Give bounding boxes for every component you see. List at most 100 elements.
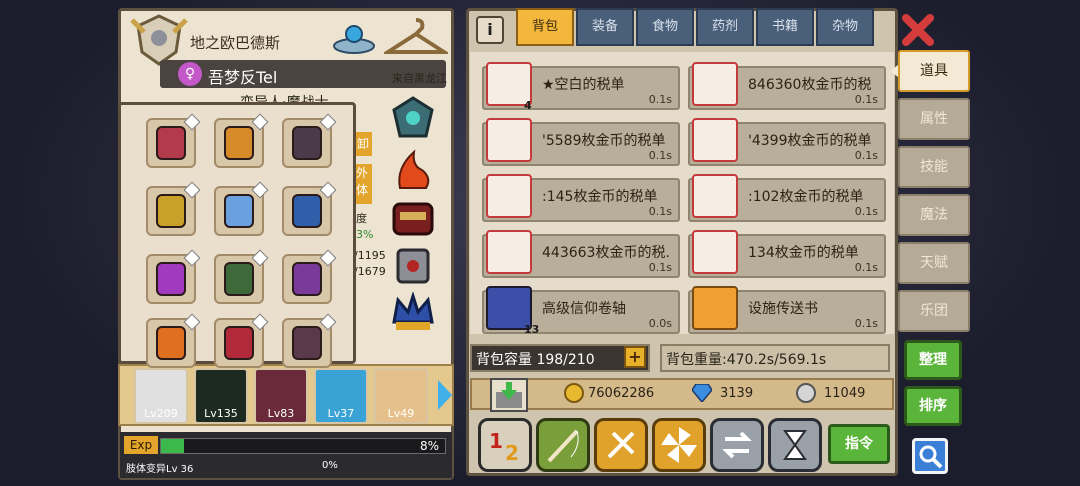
sort-order-12-button[interactable]: 12 bbox=[478, 418, 532, 472]
item-weight: 0.1s bbox=[854, 261, 878, 274]
item-qty: 4 bbox=[524, 99, 532, 112]
equipment-slot[interactable] bbox=[146, 313, 201, 368]
list-item[interactable]: 高级信仰卷轴 0.0s 13 bbox=[482, 286, 680, 336]
item-weight: 0.1s bbox=[854, 149, 878, 162]
fishing-rod-button[interactable] bbox=[536, 418, 590, 472]
side-tab-2[interactable]: 技能 bbox=[898, 146, 970, 188]
item-weight: 0.0s bbox=[648, 317, 672, 330]
equipment-slot[interactable] bbox=[146, 181, 201, 236]
side-tab-0[interactable]: 道具 bbox=[898, 50, 970, 92]
hero-level: Lv83 bbox=[267, 407, 295, 420]
stat-fragment-1: 度 bbox=[356, 212, 367, 225]
amulet-gem-icon[interactable] bbox=[392, 96, 434, 140]
tag-unload[interactable]: 卸 bbox=[354, 132, 372, 156]
command-button[interactable]: 指令 bbox=[828, 424, 890, 464]
swap-button[interactable] bbox=[710, 418, 764, 472]
item-name: 高级信仰卷轴 bbox=[542, 301, 626, 317]
wardrobe-hanger-icon[interactable] bbox=[381, 16, 451, 58]
organize-button[interactable]: 整理 bbox=[904, 340, 962, 380]
tab-bag-0[interactable]: 背包 bbox=[516, 8, 574, 46]
hero-level: Lv49 bbox=[387, 407, 415, 420]
weight-text: 背包重量:470.2s/569.1s bbox=[666, 352, 827, 368]
player-name: 吾梦反Tel bbox=[208, 68, 278, 87]
tax-receipt-icon bbox=[692, 118, 738, 162]
list-item[interactable]: 134枚金币的税单 0.1s bbox=[688, 230, 886, 278]
equipment-slot[interactable] bbox=[282, 249, 337, 304]
tab-bag-5[interactable]: 杂物 bbox=[816, 8, 874, 46]
diamond-icon bbox=[691, 383, 713, 404]
tab-bag-3[interactable]: 药剂 bbox=[696, 8, 754, 46]
list-item[interactable]: ★空白的税单 0.1s 4 bbox=[482, 62, 680, 112]
sub-exp-label: 肢体变异Lv 36 bbox=[126, 464, 194, 475]
tab-bag-2[interactable]: 食物 bbox=[636, 8, 694, 46]
hero-portrait[interactable]: Lv83 bbox=[254, 368, 308, 424]
equipment-slot[interactable] bbox=[214, 181, 269, 236]
tab-bag-4[interactable]: 书籍 bbox=[756, 8, 814, 46]
stat-fragment-2: 3% bbox=[356, 228, 374, 241]
item-name: :145枚金币的税单 bbox=[542, 189, 658, 205]
pinwheel-button[interactable] bbox=[652, 418, 706, 472]
gauntlet-icon[interactable] bbox=[390, 244, 436, 288]
tab-bag-1[interactable]: 装备 bbox=[576, 8, 634, 46]
side-tab-5[interactable]: 乐团 bbox=[898, 290, 970, 332]
equipment-slot[interactable] bbox=[282, 313, 337, 368]
hero-portrait[interactable]: Lv135 bbox=[194, 368, 248, 424]
list-item[interactable]: '5589枚金币的税单 0.1s bbox=[482, 118, 680, 166]
hero-level: Lv209 bbox=[144, 407, 178, 420]
list-item[interactable]: :102枚金币的税单 0.1s bbox=[688, 174, 886, 222]
hero-portrait[interactable]: Lv37 bbox=[314, 368, 368, 424]
green-cloak-icon bbox=[224, 262, 254, 296]
equipment-slot[interactable] bbox=[214, 313, 269, 368]
sort-button[interactable]: 排序 bbox=[904, 386, 962, 426]
exp-percent: 8% bbox=[420, 439, 440, 453]
gold-band-icon bbox=[224, 126, 254, 160]
list-item[interactable]: :145枚金币的税单 0.1s bbox=[482, 174, 680, 222]
list-item[interactable]: '4399枚金币的税单 0.1s bbox=[688, 118, 886, 166]
item-weight: 0.1s bbox=[854, 93, 878, 106]
equipment-slot[interactable] bbox=[146, 249, 201, 304]
tax-receipt-icon bbox=[692, 174, 738, 218]
item-name: 846360枚金币的税 bbox=[748, 77, 872, 93]
side-tab-3[interactable]: 魔法 bbox=[898, 194, 970, 236]
equipment-slot[interactable] bbox=[214, 249, 269, 304]
hero-portrait[interactable]: Lv49 bbox=[374, 368, 428, 424]
hero-level: Lv37 bbox=[327, 407, 355, 420]
info-icon[interactable]: i bbox=[476, 16, 504, 44]
hourglass-button[interactable] bbox=[768, 418, 822, 472]
list-item[interactable]: 设施传送书 0.1s bbox=[688, 286, 886, 334]
gem-amount: 3139 bbox=[720, 386, 754, 401]
ice-blade-icon bbox=[224, 194, 254, 228]
item-name: :102枚金币的税单 bbox=[748, 189, 864, 205]
teleport-book-icon bbox=[692, 286, 738, 330]
chest-download-icon[interactable] bbox=[490, 378, 528, 412]
list-item[interactable]: 846360枚金币的税 0.1s bbox=[688, 62, 886, 110]
stat-fragment-4: /1679 bbox=[354, 265, 386, 278]
equipment-slot[interactable] bbox=[146, 113, 201, 168]
female-gender-icon: ♀ bbox=[178, 62, 202, 86]
item-name: 134枚金币的税单 bbox=[748, 245, 859, 261]
side-tab-4[interactable]: 天赋 bbox=[898, 242, 970, 284]
item-weight: 0.1s bbox=[648, 205, 672, 218]
close-icon[interactable] bbox=[900, 12, 936, 48]
side-tab-1[interactable]: 属性 bbox=[898, 98, 970, 140]
blue-cape-icon bbox=[292, 194, 322, 228]
equipment-slot[interactable] bbox=[282, 113, 337, 168]
chest-armor-icon[interactable] bbox=[390, 198, 436, 238]
search-icon[interactable] bbox=[912, 438, 948, 474]
chevron-right-icon[interactable] bbox=[438, 380, 452, 410]
exp-track bbox=[160, 438, 446, 454]
crown-helm-icon[interactable] bbox=[390, 290, 436, 336]
equipment-slot[interactable] bbox=[214, 113, 269, 168]
gold-amount: 76062286 bbox=[588, 386, 655, 401]
bat-wing-mask-icon bbox=[156, 262, 186, 296]
item-qty: 13 bbox=[524, 323, 540, 336]
item-name: 443663枚金币的税. bbox=[542, 245, 670, 261]
expand-capacity-button[interactable]: + bbox=[624, 346, 646, 368]
tax-receipt-icon bbox=[486, 230, 532, 274]
list-item[interactable]: 443663枚金币的税. 0.1s bbox=[482, 230, 680, 278]
fire-gloves-icon[interactable] bbox=[394, 148, 434, 192]
weapon-craft-button[interactable] bbox=[594, 418, 648, 472]
hero-portrait[interactable]: Lv209 bbox=[134, 368, 188, 424]
portal-icon[interactable] bbox=[330, 16, 378, 56]
equipment-slot[interactable] bbox=[282, 181, 337, 236]
